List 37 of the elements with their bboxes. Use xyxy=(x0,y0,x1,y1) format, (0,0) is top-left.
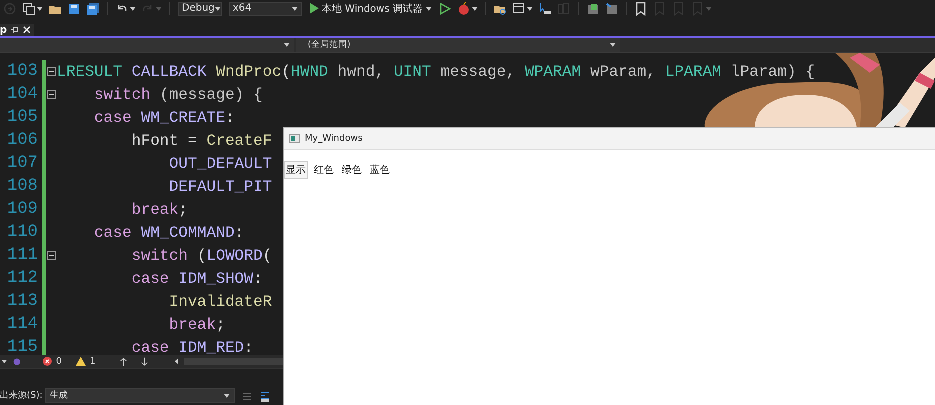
output-source-label: 出来源(S): xyxy=(0,390,43,402)
code-line: case WM_COMMAND: xyxy=(93,224,244,242)
line-number: 113 xyxy=(6,292,39,311)
code-line: case IDM_SHOW: xyxy=(130,270,263,288)
line-number: 112 xyxy=(6,269,39,288)
warning-count[interactable]: 1 xyxy=(90,356,96,366)
configuration-dropdown[interactable]: Debug xyxy=(178,2,222,16)
members-dropdown[interactable]: (全局范围) xyxy=(296,38,622,52)
line-number: 106 xyxy=(6,131,39,150)
line-number: 114 xyxy=(6,315,39,334)
output-source-dropdown[interactable]: 生成 xyxy=(44,388,235,403)
line-number: 105 xyxy=(6,108,39,127)
code-line: case WM_CREATE: xyxy=(93,108,235,126)
start-debugging-button[interactable]: 本地 Windows 调试器 xyxy=(307,2,434,16)
line-number: 108 xyxy=(6,177,39,196)
line-number: 110 xyxy=(6,223,39,242)
code-line: case IDM_RED: xyxy=(130,338,254,355)
configuration-dropdown[interactable]: x64 xyxy=(229,2,302,16)
editor-tab[interactable]: p xyxy=(0,24,34,36)
line-number: 115 xyxy=(6,338,39,355)
error-count[interactable]: 0 xyxy=(56,356,62,366)
code-line: break; xyxy=(130,200,188,218)
menu-item[interactable]: 显示 xyxy=(284,161,308,179)
code-line: break; xyxy=(168,316,226,334)
line-number: 111 xyxy=(6,246,39,265)
line-number: 103 xyxy=(6,62,39,81)
code-line: LRESULT CALLBACK WndProc(HWND hwnd, UINT message, WPARAM wParam, LPARAM lParam) { xyxy=(57,62,816,80)
code-line: switch (message) { xyxy=(93,86,263,104)
line-number: 104 xyxy=(6,85,39,104)
code-line: switch (LOWORD( xyxy=(130,246,272,264)
line-number: 109 xyxy=(6,200,39,219)
code-line: DEFAULT_PIT xyxy=(168,178,272,196)
window-title: My_Windows xyxy=(305,134,363,144)
code-line: hFont = CreateF xyxy=(130,132,272,150)
code-line: InvalidateR xyxy=(168,292,272,310)
line-number: 107 xyxy=(6,154,39,173)
code-line: OUT_DEFAULT xyxy=(168,154,272,172)
